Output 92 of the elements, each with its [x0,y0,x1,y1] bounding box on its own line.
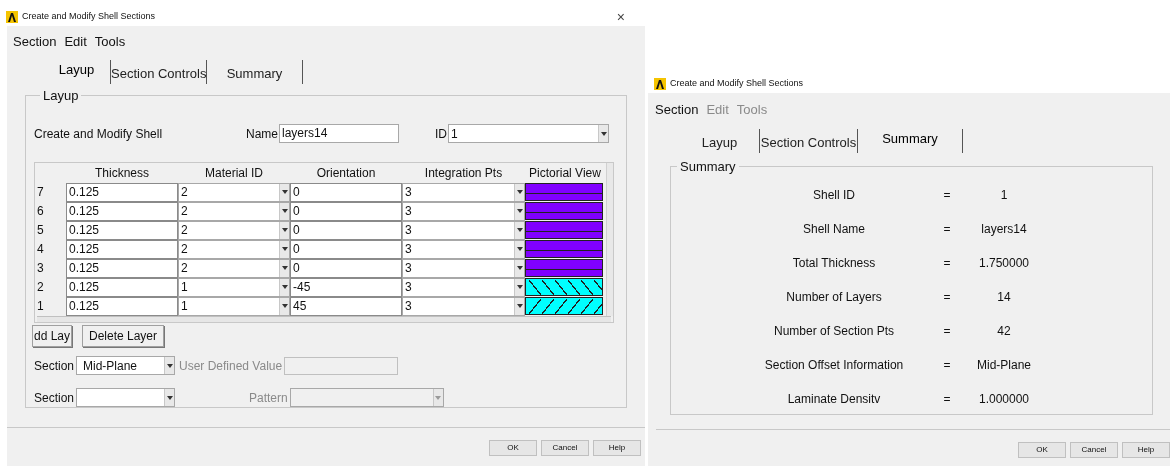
app-icon [6,10,18,23]
summary-label: Shell ID [812,186,856,204]
caret-icon [281,304,288,308]
summary-value: 42 [996,322,1012,340]
name-field[interactable]: layers14 [279,124,399,143]
menu-item[interactable]: Edit [64,32,87,52]
scrollbar[interactable] [606,162,613,316]
row-number: 7 [36,184,45,201]
caret-icon [166,395,173,400]
id-dropdown[interactable]: 1 [448,124,609,143]
summary-label: Number of Layers [785,288,883,306]
table-cell[interactable]: 0 [290,182,402,202]
close-button[interactable]: × [612,9,629,24]
caret-icon [600,131,607,136]
app-icon [654,77,666,90]
tab[interactable]: Summary [207,60,303,84]
equals-sign: = [942,356,952,374]
equals-sign: = [942,322,952,340]
summary-label: Laminate Densitv [786,390,882,408]
row-number: 5 [36,222,45,239]
window-title: Create and Modify Shell Sections [670,76,804,90]
summary-value: 1 [999,186,1009,204]
caret-icon [516,247,523,251]
column-header: Integration Pts [423,164,504,182]
caret-icon [281,209,288,213]
menu-item[interactable]: Tools [94,32,126,52]
equals-sign: = [942,220,952,238]
row-number: 4 [36,241,45,258]
summary-label: Number of Section Pts [772,322,896,340]
heading-label: Create and Modify Shell [34,125,164,143]
dialog-button[interactable]: Help [1122,442,1170,458]
field-label: Pattern [249,389,288,407]
caret-icon [166,363,173,368]
section-dropdown[interactable] [76,388,175,407]
column-header: Thickness [94,164,150,182]
field-label: Name [246,125,278,143]
equals-sign: = [942,254,952,272]
summary-label: Section Offset Information [763,356,905,374]
equals-sign: = [942,288,952,306]
delete-layer-button[interactable]: Delete Layer [82,324,165,347]
dialog-button[interactable]: OK [489,440,537,456]
table-cell[interactable]: 0.125 [66,182,178,202]
equals-sign: = [942,186,952,204]
summary-value: Mid-Plane [976,356,1032,374]
caret-icon [281,247,288,251]
menu-item[interactable]: Section [13,32,57,52]
dialog-button[interactable]: Cancel [541,440,589,456]
caret-icon [281,190,288,194]
group-title: Layup [42,87,80,105]
caret-icon [516,285,523,289]
dialog-button[interactable]: Help [593,440,641,456]
summary-value: 1.750000 [977,254,1031,272]
tab[interactable]: Section Controls [111,60,207,84]
caret-icon [281,266,288,270]
group-title: Summary [679,158,737,176]
caret-icon [435,395,442,400]
summary-value: 1.000000 [977,390,1031,408]
tab[interactable]: Layup [680,129,760,153]
summary-label: Shell Name [802,220,866,238]
add-layer-button[interactable]: dd Lay [32,324,72,347]
column-header: Pictorial View [528,164,602,182]
dialog-button[interactable]: Cancel [1070,442,1118,458]
dialog-button[interactable]: OK [1018,442,1066,458]
caret-icon [281,285,288,289]
caret-icon [281,228,288,232]
caret-icon [516,190,523,194]
field-label: Section [34,357,76,375]
caret-icon [516,266,523,270]
tab[interactable]: Layup [43,60,111,84]
field-label: Section [34,389,76,407]
row-number: 1 [36,298,45,315]
caret-icon [516,209,523,213]
field-label: ID [435,125,447,143]
row-number: 2 [36,279,45,296]
caret-icon [516,304,523,308]
row-number: 6 [36,203,45,220]
table-dropdown[interactable]: 2 [178,182,290,202]
tab[interactable]: Section Controls [760,129,858,153]
summary-value: 14 [996,288,1012,306]
column-header: Orientation [315,164,377,182]
column-header: Material ID [204,164,264,182]
tab[interactable]: Summary [858,129,963,153]
caret-icon [516,228,523,232]
menu-item[interactable]: Section [655,100,699,120]
scrollbar[interactable] [37,315,611,322]
row-number: 3 [36,260,45,277]
field-label: User Defined Value [179,357,283,375]
summary-value: layers14 [980,220,1028,238]
table-dropdown[interactable]: 3 [402,182,525,202]
equals-sign: = [942,390,952,408]
window-title: Create and Modify Shell Sections [22,9,156,23]
summary-label: Total Thickness [791,254,877,272]
